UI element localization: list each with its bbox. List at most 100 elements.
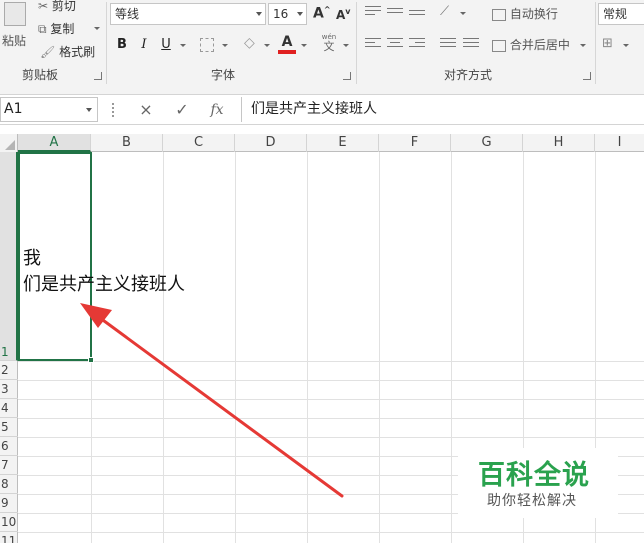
phonetic-char: 文 — [323, 40, 335, 53]
watermark-title: 百科全说 — [478, 460, 590, 491]
font-size-select[interactable]: 16 — [268, 3, 307, 25]
column-header-c[interactable]: C — [163, 134, 235, 152]
fill-color-button[interactable]: ◇ — [244, 35, 255, 51]
gridline — [18, 399, 644, 400]
gridline — [307, 152, 308, 543]
row-header-6[interactable]: 6 — [0, 437, 18, 456]
gridline — [18, 437, 644, 438]
accounting-dropdown-icon[interactable] — [623, 44, 629, 47]
row-header-11[interactable]: 11 — [0, 532, 18, 543]
phonetic-button[interactable]: wén 文 — [318, 33, 340, 55]
merge-center-label: 合并后居中 — [509, 38, 570, 52]
font-color-dropdown-icon[interactable] — [301, 44, 307, 47]
gridline — [18, 418, 644, 419]
grow-font-button[interactable]: A^ — [313, 5, 331, 22]
merge-center-button[interactable]: 合并后居中 — [492, 36, 570, 53]
gridline — [18, 361, 644, 362]
align-center-icon[interactable] — [387, 38, 403, 50]
clipboard-dialog-launcher-icon[interactable] — [94, 72, 102, 80]
name-box[interactable]: A1 — [0, 97, 98, 122]
row-headers: 1 2 3 4 5 6 7 8 9 10 11 — [0, 152, 18, 543]
wrap-text-icon — [492, 8, 506, 21]
column-header-g[interactable]: G — [451, 134, 523, 152]
number-format-select[interactable]: 常规 — [598, 3, 644, 25]
phonetic-dropdown-icon[interactable] — [343, 44, 349, 47]
formula-bar: A1 × ✓ fx 们是共产主义接班人 — [0, 95, 644, 125]
paste-button[interactable]: 粘贴 — [0, 0, 30, 58]
cut-button[interactable]: ✂ 剪切 — [38, 0, 76, 14]
chevron-down-icon — [86, 108, 92, 112]
gridline — [18, 532, 644, 533]
format-painter-button[interactable]: 🖌 格式刷 — [40, 43, 95, 60]
row-header-7[interactable]: 7 — [0, 456, 18, 475]
font-name-select[interactable]: 等线 — [110, 3, 266, 25]
underline-button[interactable]: U — [157, 36, 175, 54]
group-divider — [595, 2, 596, 84]
column-header-d[interactable]: D — [235, 134, 307, 152]
underline-dropdown-icon[interactable] — [180, 44, 186, 47]
row-header-10[interactable]: 10 — [0, 513, 18, 532]
font-dialog-launcher-icon[interactable] — [343, 72, 351, 80]
cut-label: 剪切 — [51, 0, 76, 13]
clipboard-group-label: 剪贴板 — [22, 68, 59, 82]
font-group-label: 字体 — [211, 68, 236, 82]
cancel-icon[interactable]: × — [136, 98, 156, 122]
align-middle-icon[interactable] — [387, 8, 403, 20]
align-left-icon[interactable] — [365, 38, 381, 50]
wrap-text-label: 自动换行 — [509, 7, 558, 21]
enter-icon[interactable]: ✓ — [172, 98, 192, 122]
scissors-icon: ✂ — [38, 0, 49, 13]
insert-function-icon[interactable]: fx — [206, 98, 228, 122]
font-size-value: 16 — [273, 7, 289, 21]
font-color-letter: A — [281, 34, 293, 50]
row-header-8[interactable]: 8 — [0, 475, 18, 494]
font-name-value: 等线 — [115, 7, 140, 21]
copy-dropdown-icon[interactable] — [94, 27, 100, 30]
orientation-dropdown-icon[interactable] — [460, 12, 466, 15]
merge-center-dropdown-icon[interactable] — [580, 44, 586, 47]
column-header-a[interactable]: A — [18, 134, 91, 152]
column-header-f[interactable]: F — [379, 134, 451, 152]
italic-button[interactable]: I — [135, 36, 153, 54]
grow-font-icon: A — [313, 5, 324, 22]
fill-handle[interactable] — [88, 357, 94, 363]
row-header-2[interactable]: 2 — [0, 361, 18, 380]
copy-button[interactable]: ⧉ 复制 — [38, 20, 100, 37]
formula-input[interactable]: 们是共产主义接班人 — [241, 97, 644, 122]
align-right-icon[interactable] — [409, 38, 425, 50]
font-color-swatch — [278, 50, 296, 54]
fill-color-dropdown-icon[interactable] — [264, 44, 270, 47]
gridline — [235, 152, 236, 543]
align-top-icon[interactable] — [365, 6, 381, 18]
paste-label: 粘贴 — [2, 34, 27, 48]
column-header-e[interactable]: E — [307, 134, 379, 152]
border-dropdown-icon[interactable] — [222, 44, 228, 47]
accounting-format-icon[interactable]: ⊞ — [602, 36, 613, 51]
row-header-9[interactable]: 9 — [0, 494, 18, 513]
row-header-1[interactable]: 1 — [0, 152, 18, 361]
copy-icon: ⧉ — [38, 22, 47, 36]
decrease-indent-icon[interactable] — [440, 38, 456, 50]
orientation-icon[interactable]: ⟋ — [440, 4, 449, 19]
shrink-font-button[interactable]: Av — [336, 7, 351, 22]
group-divider — [356, 2, 357, 84]
watermark-subtitle: 助你轻松解决 — [487, 493, 577, 509]
column-header-i[interactable]: I — [595, 134, 644, 152]
row-header-4[interactable]: 4 — [0, 399, 18, 418]
border-button[interactable] — [200, 38, 214, 52]
column-header-h[interactable]: H — [523, 134, 595, 152]
increase-indent-icon[interactable] — [463, 38, 479, 50]
align-bottom-icon[interactable] — [409, 10, 425, 22]
wrap-text-button[interactable]: 自动换行 — [492, 5, 558, 22]
gridline — [163, 152, 164, 543]
alignment-dialog-launcher-icon[interactable] — [583, 72, 591, 80]
row-header-3[interactable]: 3 — [0, 380, 18, 399]
copy-label: 复制 — [50, 22, 75, 36]
brush-icon: 🖌 — [40, 45, 56, 59]
font-color-button[interactable]: A — [278, 34, 296, 54]
column-header-b[interactable]: B — [91, 134, 163, 152]
bold-button[interactable]: B — [113, 36, 131, 54]
chevron-down-icon — [256, 12, 262, 16]
select-all-button[interactable] — [0, 134, 18, 152]
row-header-5[interactable]: 5 — [0, 418, 18, 437]
